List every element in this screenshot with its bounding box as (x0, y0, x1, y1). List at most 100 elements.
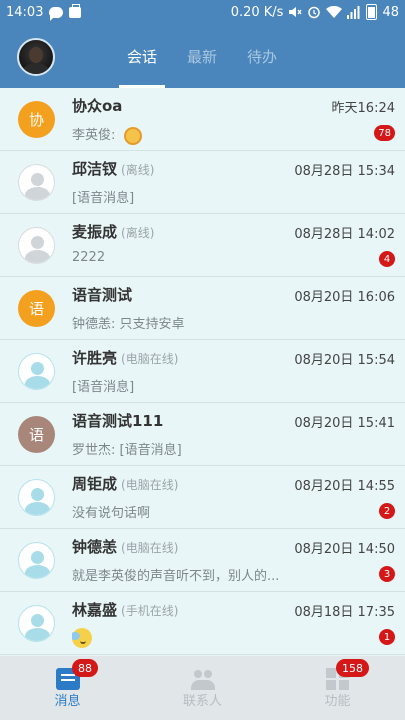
contact-name: 周钜成 (72, 475, 118, 493)
online-status: (手机在线) (121, 604, 179, 618)
nav-functions[interactable]: 158 功能 (270, 656, 405, 720)
contact-name: 钟德恙 (72, 538, 118, 556)
mute-icon (289, 7, 303, 17)
contact-name: 语音测试111 (72, 412, 164, 430)
sun-emoji-icon (123, 126, 142, 145)
person-icon (31, 173, 44, 186)
group-avatar: 协 (18, 101, 55, 138)
unread-badge: 2 (379, 503, 395, 519)
battery-level: 48 (382, 4, 399, 20)
conversation-preview: [语音消息] (72, 191, 135, 206)
person-icon (31, 236, 44, 249)
conversation-row[interactable]: 钟德恙 (电脑在线) 08月20日 14:50 就是李英俊的声音听不到，别人的..… (0, 529, 405, 592)
nav-label: 功能 (324, 694, 351, 709)
contact-name: 林嘉盛 (72, 601, 118, 619)
contact-name: 语音测试 (72, 286, 133, 304)
unread-badge: 3 (379, 566, 395, 582)
avatar-text: 协 (28, 111, 44, 129)
status-time: 14:03 (6, 4, 44, 20)
contact-avatar (18, 164, 55, 201)
nav-messages[interactable]: 88 消息 (0, 656, 135, 720)
contact-avatar (18, 479, 55, 516)
conversation-row[interactable]: 语 语音测试111 08月20日 15:41 罗世杰: [语音消息] (0, 403, 405, 466)
conversation-name: 林嘉盛 (手机在线) (72, 599, 178, 620)
conversation-time: 08月28日 14:02 (294, 227, 395, 242)
functions-badge: 158 (336, 659, 369, 677)
conversation-time: 08月28日 15:34 (294, 164, 395, 179)
conversation-time: 08月20日 15:41 (294, 416, 395, 431)
contact-avatar (18, 227, 55, 264)
unread-badge: 4 (379, 251, 395, 267)
conversation-row[interactable]: 许胜亮 (电脑在线) 08月20日 15:54 [语音消息] (0, 340, 405, 403)
conversation-row[interactable]: 邱洁钗 (离线) 08月28日 15:34 [语音消息] (0, 151, 405, 214)
avatar-text: 语 (28, 300, 44, 318)
online-status: (电脑在线) (121, 541, 179, 555)
user-avatar[interactable] (17, 38, 55, 76)
online-status: (离线) (121, 226, 155, 240)
app-header: 会话 最新 待办 (0, 24, 405, 88)
conversation-preview: 2222 (72, 250, 106, 265)
conversation-row[interactable]: 周钜成 (电脑在线) 08月20日 14:55 没有说句话啊 2 (0, 466, 405, 529)
contact-name: 麦振成 (72, 223, 118, 241)
contacts-icon (190, 668, 215, 690)
group-avatar: 语 (18, 290, 55, 327)
person-icon (31, 362, 44, 375)
conversation-list: 协 协众oa 昨天16:24 李英俊: 78 邱洁钗 (离线) 08月28日 15… (0, 88, 405, 656)
online-status: (电脑在线) (121, 478, 179, 492)
contact-avatar (18, 605, 55, 642)
conversation-row[interactable]: 林嘉盛 (手机在线) 08月18日 17:35 1 (0, 592, 405, 655)
online-status: (离线) (121, 163, 155, 177)
nav-contacts[interactable]: 联系人 (135, 656, 270, 720)
signal-icon (347, 5, 360, 19)
contact-avatar (18, 353, 55, 390)
sweat-emoji-icon (72, 628, 92, 648)
conversation-row[interactable]: 协 协众oa 昨天16:24 李英俊: 78 (0, 88, 405, 151)
status-bar: 14:03 0.20 K/s 48 (0, 0, 405, 24)
conversation-name: 周钜成 (电脑在线) (72, 473, 178, 494)
person-icon (31, 551, 44, 564)
person-icon (31, 614, 44, 627)
contact-avatar (18, 542, 55, 579)
bottom-nav: 88 消息 联系人 158 功能 (0, 656, 405, 720)
contact-name: 协众oa (72, 97, 123, 115)
conversation-preview (72, 628, 92, 648)
conversation-time: 昨天16:24 (331, 101, 395, 116)
conversation-preview: [语音消息] (72, 380, 135, 395)
conversation-row[interactable]: 麦振成 (离线) 08月28日 14:02 2222 4 (0, 214, 405, 277)
nav-label: 联系人 (182, 694, 222, 709)
tab-label: 最新 (186, 47, 217, 66)
header-tabs: 会话 最新 待办 (112, 24, 292, 88)
battery-icon (366, 4, 378, 20)
conversation-row[interactable]: 语 语音测试 08月20日 16:06 钟德恙: 只支持安卓 (0, 277, 405, 340)
conversation-name: 邱洁钗 (离线) (72, 158, 154, 179)
messages-badge: 88 (72, 659, 98, 677)
online-status: (电脑在线) (121, 352, 179, 366)
preview-text: 李英俊: (72, 128, 120, 143)
conversation-name: 钟德恙 (电脑在线) (72, 536, 178, 557)
person-icon (31, 488, 44, 501)
conversation-preview: 没有说句话啊 (72, 506, 151, 521)
contact-name: 邱洁钗 (72, 160, 118, 178)
bag-icon (69, 3, 82, 18)
group-avatar: 语 (18, 416, 55, 453)
conversation-time: 08月20日 15:54 (294, 353, 395, 368)
network-speed: 0.20 K/s (230, 4, 284, 20)
conversation-name: 语音测试111 (72, 410, 163, 431)
conversation-preview: 李英俊: (72, 124, 142, 145)
alarm-icon (308, 6, 321, 19)
conversation-name: 麦振成 (离线) (72, 221, 154, 242)
tab-todo[interactable]: 待办 (232, 24, 292, 88)
tab-label: 会话 (126, 47, 157, 66)
unread-badge: 1 (379, 629, 395, 645)
conversation-preview: 罗世杰: [语音消息] (72, 443, 182, 458)
tab-latest[interactable]: 最新 (172, 24, 232, 88)
contact-name: 许胜亮 (72, 349, 118, 367)
tab-conversations[interactable]: 会话 (112, 24, 172, 88)
conversation-name: 语音测试 (72, 284, 132, 305)
conversation-time: 08月20日 14:55 (294, 479, 395, 494)
wifi-icon (326, 5, 343, 18)
unread-badge: 78 (374, 125, 395, 141)
chat-bubble-icon (49, 6, 64, 21)
conversation-time: 08月20日 14:50 (294, 542, 395, 557)
conversation-name: 协众oa (72, 95, 122, 116)
